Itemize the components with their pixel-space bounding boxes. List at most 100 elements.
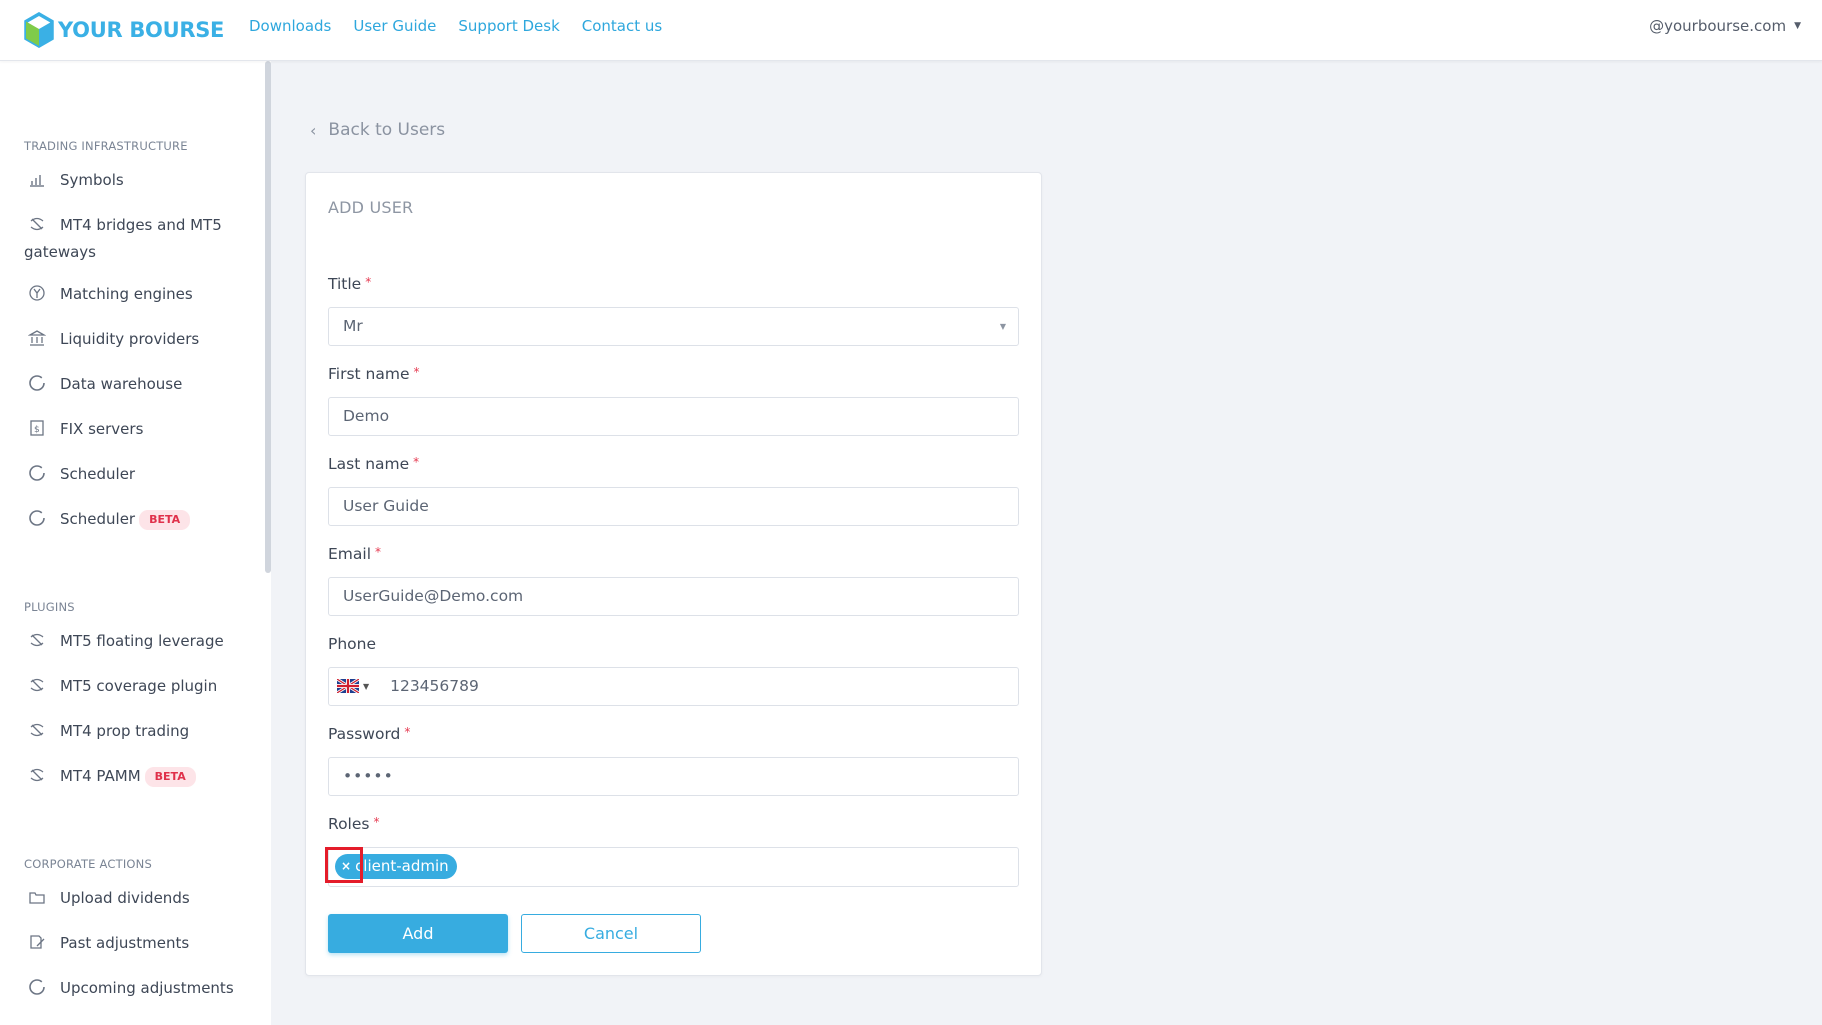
sidebar-item-label: Scheduler	[60, 465, 136, 483]
sidebar-item-past-adjustments[interactable]: Past adjustments	[24, 930, 244, 957]
nav-contact-us[interactable]: Contact us	[582, 17, 662, 35]
bridge-icon	[28, 676, 48, 694]
sidebar-item-matching-engines[interactable]: Matching engines	[24, 281, 244, 308]
sidebar-item-symbols[interactable]: Symbols	[24, 167, 244, 194]
brand-name: YOUR BOURSE	[58, 18, 225, 42]
sidebar-item-liquidity-providers[interactable]: Liquidity providers	[24, 326, 244, 353]
role-tag-label: client-admin	[355, 857, 449, 875]
cancel-button[interactable]: Cancel	[521, 914, 701, 953]
document-icon: $	[28, 419, 48, 437]
bank-icon	[27, 329, 48, 347]
email-field[interactable]: UserGuide@Demo.com	[328, 577, 1019, 616]
roles-label-text: Roles	[328, 815, 370, 833]
back-to-users-link[interactable]: ‹ Back to Users	[310, 120, 445, 140]
phone-field[interactable]: ▼ 123456789	[328, 667, 1019, 706]
sidebar-item-scheduler[interactable]: Scheduler	[24, 461, 244, 488]
sidebar-scrollbar[interactable]	[265, 61, 271, 573]
sidebar-item-label: Matching engines	[60, 285, 193, 303]
sidebar-item-label: Upcoming adjustments	[60, 979, 234, 997]
last-name-label: Last name *	[328, 455, 419, 473]
sidebar-item-label: Liquidity providers	[60, 330, 200, 348]
top-bar: YOUR BOURSE Downloads User Guide Support…	[0, 0, 1822, 61]
first-name-label-text: First name	[328, 365, 410, 383]
sidebar-item-upload-dividends[interactable]: Upload dividends	[24, 885, 244, 912]
email-label-text: Email	[328, 545, 372, 563]
account-email: @yourbourse.com	[1649, 17, 1787, 35]
sidebar-item-scheduler-beta[interactable]: Scheduler BETA	[24, 506, 244, 533]
sidebar-item-upcoming-adjustments[interactable]: Upcoming adjustments	[24, 975, 244, 1002]
sidebar-item-mt4-prop-trading[interactable]: MT4 prop trading	[24, 718, 244, 745]
required-mark: *	[375, 545, 382, 559]
password-label-text: Password	[328, 725, 401, 743]
sidebar-item-mt5-floating-leverage[interactable]: MT5 floating leverage	[24, 628, 244, 655]
bridge-icon	[28, 215, 48, 233]
first-name-field[interactable]: Demo	[328, 397, 1019, 436]
required-mark: *	[413, 455, 420, 469]
engine-icon	[28, 284, 48, 302]
password-label: Password *	[328, 725, 410, 743]
bridge-icon	[28, 631, 48, 649]
circle-icon	[28, 978, 48, 996]
circle-icon	[28, 464, 48, 482]
sidebar-item-label: Scheduler	[60, 510, 136, 528]
caret-down-icon: ▼	[1794, 21, 1801, 31]
card-title: ADD USER	[328, 198, 414, 217]
sidebar-item-label: FIX servers	[60, 420, 144, 438]
nav-support-desk[interactable]: Support Desk	[458, 17, 559, 35]
last-name-label-text: Last name	[328, 455, 410, 473]
sidebar-item-mt4-pamm[interactable]: MT4 PAMM BETA	[24, 763, 244, 790]
sidebar-item-label: Data warehouse	[60, 375, 183, 393]
caret-down-icon: ▼	[999, 322, 1006, 331]
folder-icon	[28, 888, 48, 906]
section-plugins: PLUGINS	[24, 600, 75, 614]
logo-icon	[24, 12, 54, 48]
required-mark: *	[413, 365, 420, 379]
sidebar-item-fix-servers[interactable]: $ FIX servers	[24, 416, 244, 443]
bar-chart-icon	[28, 170, 48, 188]
sidebar-item-data-warehouse[interactable]: Data warehouse	[24, 371, 244, 398]
nav-user-guide[interactable]: User Guide	[353, 17, 436, 35]
country-selector[interactable]: ▼	[337, 677, 390, 695]
required-mark: *	[373, 815, 380, 829]
roles-multiselect[interactable]: × client-admin	[328, 847, 1019, 887]
add-user-card: ADD USER Title * Mr ▼ First name * Demo La…	[305, 172, 1042, 976]
title-select-value: Mr	[343, 317, 363, 335]
back-label: Back to Users	[328, 120, 446, 140]
section-corporate-actions: CORPORATE ACTIONS	[24, 857, 152, 871]
svg-text:$: $	[34, 425, 40, 435]
sidebar-item-label: MT4 prop trading	[60, 722, 190, 740]
roles-label: Roles *	[328, 815, 379, 833]
sidebar-item-mt5-coverage-plugin[interactable]: MT5 coverage plugin	[24, 673, 244, 700]
last-name-field[interactable]: User Guide	[328, 487, 1019, 526]
sidebar-item-label: MT4 bridges and MT5 gateways	[24, 216, 222, 261]
account-menu[interactable]: @yourbourse.com ▼	[1649, 17, 1801, 35]
circle-icon	[28, 374, 48, 392]
edit-icon	[28, 933, 48, 951]
top-nav: Downloads User Guide Support Desk Contac…	[249, 17, 684, 35]
nav-downloads[interactable]: Downloads	[249, 17, 331, 35]
remove-tag-icon[interactable]: ×	[341, 854, 351, 879]
circle-icon	[28, 509, 48, 527]
bridge-icon	[28, 766, 48, 784]
add-button[interactable]: Add	[328, 914, 508, 953]
brand-logo[interactable]: YOUR BOURSE	[24, 10, 224, 50]
uk-flag-icon	[337, 679, 359, 693]
phone-value: 123456789	[390, 677, 479, 695]
sidebar-item-mt4-bridges[interactable]: MT4 bridges and MT5 gateways	[24, 212, 244, 266]
sidebar-item-label: MT4 PAMM	[60, 767, 141, 785]
beta-badge: BETA	[144, 767, 196, 787]
sidebar-item-label: Past adjustments	[60, 934, 190, 952]
title-label-text: Title	[328, 275, 362, 293]
sidebar: TRADING INFRASTRUCTURE Symbols MT4 bridg…	[0, 61, 271, 1025]
chevron-left-icon: ‹	[310, 120, 317, 140]
title-select[interactable]: Mr ▼	[328, 307, 1019, 346]
password-field[interactable]: •••••	[328, 757, 1019, 796]
sidebar-item-label: MT5 coverage plugin	[60, 677, 218, 695]
bridge-icon	[28, 721, 48, 739]
required-mark: *	[404, 725, 411, 739]
email-label: Email *	[328, 545, 381, 563]
required-mark: *	[365, 275, 372, 289]
section-trading-infrastructure: TRADING INFRASTRUCTURE	[24, 139, 188, 153]
sidebar-item-label: MT5 floating leverage	[60, 632, 224, 650]
phone-label: Phone	[328, 635, 377, 653]
